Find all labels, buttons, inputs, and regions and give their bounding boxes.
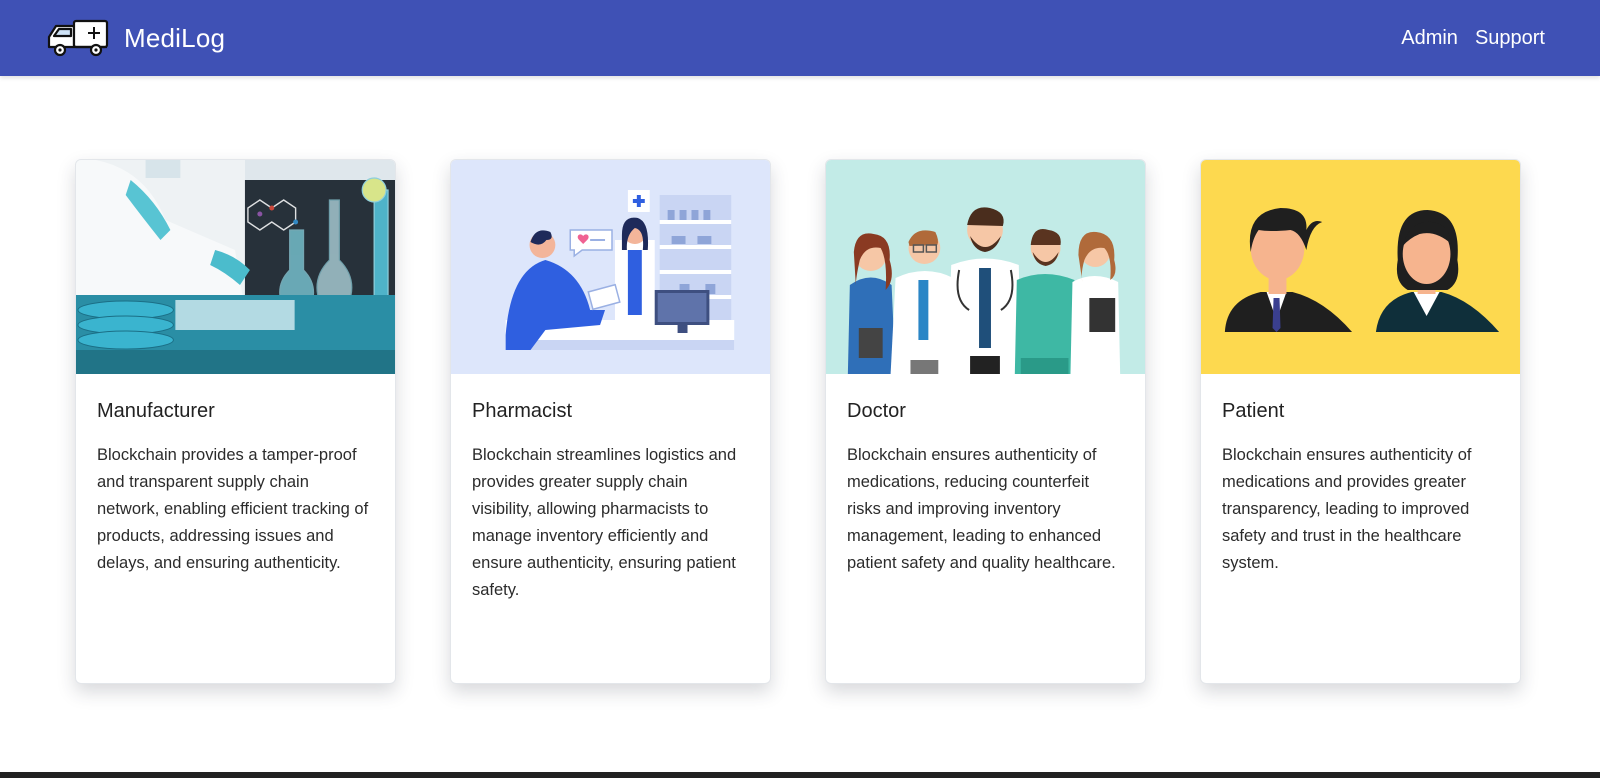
card-pharmacist: Pharmacist Blockchain streamlines logist… [450,159,771,684]
ambulance-icon [47,19,109,57]
laboratory-scientist-image [76,160,395,374]
nav-link-admin[interactable]: Admin [1401,27,1458,50]
card-manufacturer: Manufacturer Blockchain provides a tampe… [75,159,396,684]
doctors-group-image [826,160,1145,374]
brand-name: MediLog [124,22,226,53]
card-body: Doctor Blockchain ensures authenticity o… [826,374,1145,577]
role-cards: Manufacturer Blockchain provides a tampe… [75,159,1521,684]
nav-link-support[interactable]: Support [1475,27,1545,50]
card-text: Blockchain provides a tamper-proof and t… [97,446,369,572]
card-patient: Patient Blockchain ensures authenticity … [1200,159,1521,684]
card-title: Doctor [847,400,906,422]
card-title: Patient [1222,400,1285,422]
top-navbar: MediLog Admin Support [0,0,1600,76]
card-doctor: Doctor Blockchain ensures authenticity o… [825,159,1146,684]
card-body: Pharmacist Blockchain streamlines logist… [451,374,770,604]
card-title: Manufacturer [97,400,215,422]
card-body: Patient Blockchain ensures authenticity … [1201,374,1520,577]
card-text: Blockchain ensures authenticity of medic… [1222,446,1472,572]
card-text: Blockchain ensures authenticity of medic… [847,446,1116,572]
pharmacy-counter-image [451,160,770,374]
brand-link[interactable]: MediLog [46,17,225,59]
card-body: Manufacturer Blockchain provides a tampe… [76,374,395,577]
card-title: Pharmacist [472,400,573,422]
nav-links: Admin Support [1401,27,1545,50]
patients-avatars-image [1201,160,1520,374]
card-text: Blockchain streamlines logistics and pro… [472,446,737,599]
footer-bar [0,772,1600,778]
